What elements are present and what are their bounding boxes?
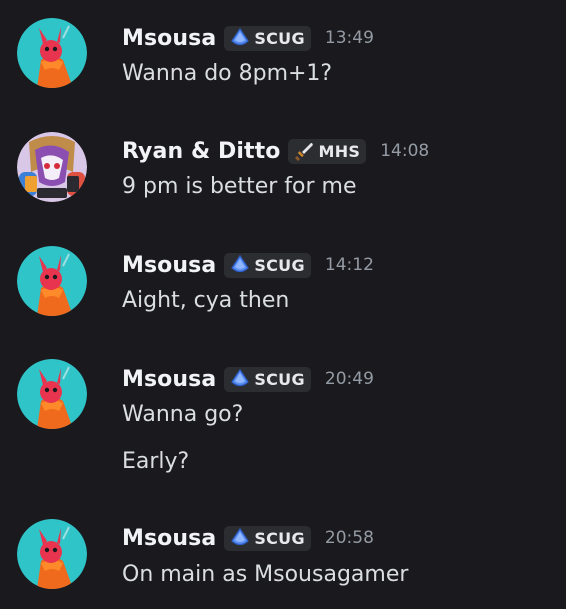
server-tag[interactable]: SCUG bbox=[224, 252, 311, 278]
tag-label: MHS bbox=[318, 141, 361, 161]
username[interactable]: Msousa bbox=[122, 526, 216, 551]
timestamp[interactable]: 20:58 bbox=[325, 528, 374, 548]
slugcat-avatar-icon bbox=[17, 246, 87, 316]
timestamp[interactable]: 13:49 bbox=[325, 28, 374, 48]
message-text: Wanna go? bbox=[122, 402, 244, 427]
server-tag[interactable]: SCUG bbox=[224, 366, 311, 392]
server-tag[interactable]: SCUG bbox=[224, 25, 311, 51]
tag-label: SCUG bbox=[254, 255, 305, 275]
timestamp[interactable]: 14:12 bbox=[325, 255, 374, 275]
username[interactable]: Msousa bbox=[122, 367, 216, 392]
timestamp[interactable]: 14:08 bbox=[380, 141, 429, 161]
tag-label: SCUG bbox=[254, 369, 305, 389]
slugcat-avatar-icon bbox=[17, 519, 87, 589]
avatar[interactable] bbox=[17, 18, 87, 88]
blue-gem-icon bbox=[231, 27, 250, 46]
sword-icon bbox=[295, 143, 314, 161]
avatar[interactable] bbox=[17, 519, 87, 589]
message-text: Wanna do 8pm+1? bbox=[122, 61, 333, 86]
message-text: Early? bbox=[122, 449, 190, 474]
message-text: Aight, cya then bbox=[122, 288, 290, 313]
blue-gem-icon bbox=[231, 527, 250, 546]
blue-gem-icon bbox=[231, 368, 250, 387]
avatar[interactable] bbox=[17, 132, 87, 202]
timestamp[interactable]: 20:49 bbox=[325, 369, 374, 389]
tag-label: SCUG bbox=[254, 28, 305, 48]
slugcat-avatar-icon bbox=[17, 18, 87, 88]
avatar[interactable] bbox=[17, 246, 87, 316]
avatar[interactable] bbox=[17, 359, 87, 429]
username[interactable]: Msousa bbox=[122, 26, 216, 51]
message-text: On main as Msousagamer bbox=[122, 562, 409, 587]
username[interactable]: Msousa bbox=[122, 253, 216, 278]
message-text: 9 pm is better for me bbox=[122, 174, 357, 199]
blue-gem-icon bbox=[231, 254, 250, 273]
creature-with-controllers-avatar-icon bbox=[17, 132, 87, 202]
server-tag[interactable]: MHS bbox=[288, 138, 367, 164]
server-tag[interactable]: SCUG bbox=[224, 525, 311, 551]
chat-message-list: Msousa SCUG 13:49 Wanna do 8pm+1? Ryan &… bbox=[0, 0, 566, 609]
tag-label: SCUG bbox=[254, 528, 305, 548]
slugcat-avatar-icon bbox=[17, 359, 87, 429]
username[interactable]: Ryan & Ditto bbox=[122, 139, 280, 164]
